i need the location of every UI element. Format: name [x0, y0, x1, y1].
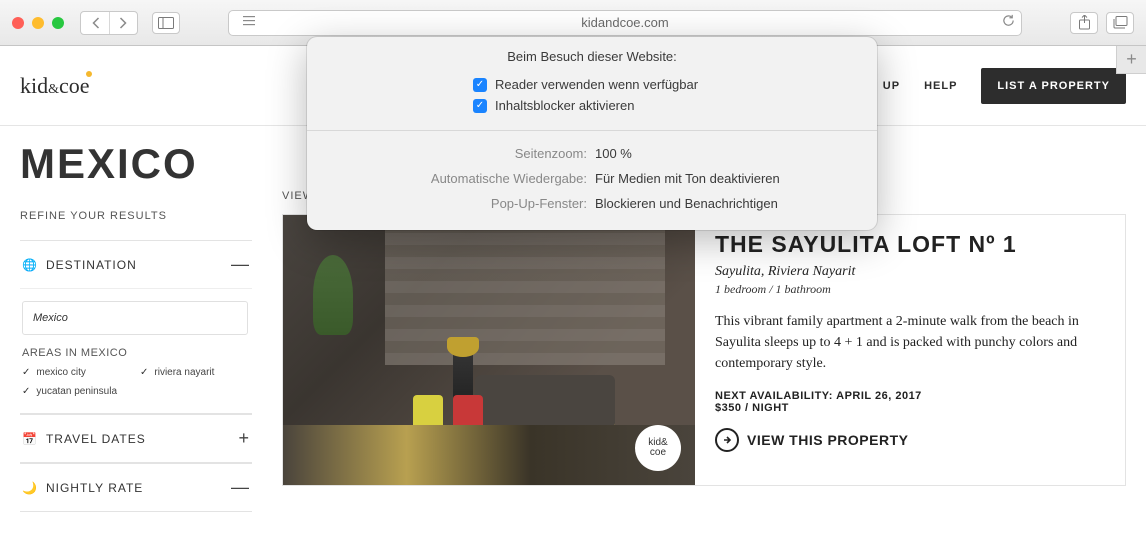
autoplay-value: Für Medien mit Ton deaktivieren — [595, 171, 780, 186]
new-tab-button[interactable]: + — [1116, 46, 1146, 74]
zoom-value: 100 % — [595, 146, 632, 161]
listing-price: $350 / NIGHT — [715, 402, 1105, 414]
listing-rooms: 1 bedroom / 1 bathroom — [715, 282, 1105, 297]
arrow-right-icon — [715, 428, 739, 452]
popup-label: Pop-Up-Fenster: — [327, 196, 595, 211]
moon-icon: 🌙 — [22, 481, 38, 495]
expand-icon: + — [238, 428, 250, 449]
help-link[interactable]: HELP — [924, 80, 957, 92]
filters-column: MEXICO REFINE YOUR RESULTS 🌐 DESTINATION … — [20, 126, 272, 512]
site-settings-icon[interactable] — [237, 15, 261, 30]
autoplay-row[interactable]: Automatische Wiedergabe: Für Medien mit … — [327, 166, 857, 191]
area-checkbox[interactable]: ✓ mexico city — [22, 367, 132, 378]
areas-label: AREAS IN MEXICO — [22, 347, 250, 359]
logo-dot-icon — [86, 71, 92, 77]
filter-travel-dates-label: TRAVEL DATES — [46, 432, 146, 446]
back-button[interactable] — [81, 12, 109, 34]
listing-description: This vibrant family apartment a 2-minute… — [715, 311, 1105, 374]
check-icon: ✓ — [22, 386, 30, 397]
zoom-row[interactable]: Seitenzoom: 100 % — [327, 141, 857, 166]
popup-row[interactable]: Pop-Up-Fenster: Blockieren und Benachric… — [327, 191, 857, 216]
zoom-label: Seitenzoom: — [327, 146, 595, 161]
listing-availability: NEXT AVAILABILITY: APRIL 26, 2017 — [715, 390, 1105, 402]
list-property-button[interactable]: LIST A PROPERTY — [981, 68, 1126, 104]
checkbox-checked-icon: ✓ — [473, 78, 487, 92]
sidebar-toggle-button[interactable] — [152, 12, 180, 34]
logo-part-1: kid — [20, 73, 48, 99]
collapse-icon: — — [231, 254, 250, 275]
toolbar-right — [1070, 12, 1134, 34]
filter-nightly-rate-label: NIGHTLY RATE — [46, 481, 143, 495]
filter-destination: 🌐 DESTINATION — AREAS IN MEXICO ✓ mexico c… — [20, 240, 252, 414]
traffic-lights — [12, 17, 64, 29]
contentblocker-label: Inhaltsblocker aktivieren — [495, 98, 634, 113]
forward-button[interactable] — [109, 12, 137, 34]
calendar-icon: 📅 — [22, 432, 38, 446]
reader-label: Reader verwenden wenn verfügbar — [495, 77, 698, 92]
filter-destination-body: AREAS IN MEXICO ✓ mexico city ✓ riviera na… — [20, 288, 252, 413]
autoplay-label: Automatische Wiedergabe: — [327, 171, 595, 186]
logo[interactable]: kid& coe — [20, 73, 90, 99]
share-button[interactable] — [1070, 12, 1098, 34]
filter-destination-head[interactable]: 🌐 DESTINATION — — [20, 241, 252, 288]
view-property-label: VIEW THIS PROPERTY — [747, 432, 908, 448]
listing-image[interactable]: kid& coe — [283, 215, 695, 485]
tabs-button[interactable] — [1106, 12, 1134, 34]
check-icon: ✓ — [22, 367, 30, 378]
url-text: kidandcoe.com — [581, 15, 668, 30]
collapse-icon: — — [231, 477, 250, 498]
popover-top: Beim Besuch dieser Website: ✓ Reader ver… — [307, 37, 877, 131]
filter-nightly-rate: 🌙 NIGHTLY RATE — — [20, 463, 252, 512]
destination-input[interactable] — [22, 301, 248, 335]
site-settings-popover: Beim Besuch dieser Website: ✓ Reader ver… — [307, 37, 877, 230]
filter-nightly-rate-head[interactable]: 🌙 NIGHTLY RATE — — [20, 464, 252, 511]
refine-label: REFINE YOUR RESULTS — [20, 210, 252, 222]
page-title: MEXICO — [20, 140, 252, 188]
listing-info: THE SAYULITA LOFT Nº 1 Sayulita, Riviera… — [695, 215, 1125, 485]
view-property-link[interactable]: VIEW THIS PROPERTY — [715, 428, 1105, 452]
checkbox-checked-icon: ✓ — [473, 99, 487, 113]
area-checkbox[interactable]: ✓ yucatan peninsula — [22, 386, 132, 397]
popover-checks: ✓ Reader verwenden wenn verfügbar ✓ Inha… — [327, 74, 857, 116]
area-checkbox[interactable]: ✓ riviera nayarit — [140, 367, 250, 378]
header-right: SIGN UP HELP LIST A PROPERTY — [848, 68, 1126, 104]
brand-badge-icon: kid& coe — [635, 425, 681, 471]
close-window-button[interactable] — [12, 17, 24, 29]
filter-destination-label: DESTINATION — [46, 258, 137, 272]
popover-title: Beim Besuch dieser Website: — [327, 49, 857, 64]
popup-value: Blockieren und Benachrichtigen — [595, 196, 778, 211]
filter-travel-dates-head[interactable]: 📅 TRAVEL DATES + — [20, 415, 252, 462]
maximize-window-button[interactable] — [52, 17, 64, 29]
listing-location: Sayulita, Riviera Nayarit — [715, 264, 1105, 280]
listing-card: kid& coe THE SAYULITA LOFT Nº 1 Sayulita… — [282, 214, 1126, 486]
filter-travel-dates: 📅 TRAVEL DATES + — [20, 414, 252, 463]
logo-amp: & — [48, 82, 59, 98]
reload-icon[interactable] — [1002, 14, 1015, 32]
reader-checkbox-row[interactable]: ✓ Reader verwenden wenn verfügbar — [473, 74, 857, 95]
area-label: mexico city — [36, 367, 85, 378]
area-label: yucatan peninsula — [36, 386, 117, 397]
globe-icon: 🌐 — [22, 258, 38, 272]
nav-buttons — [80, 11, 138, 35]
contentblocker-checkbox-row[interactable]: ✓ Inhaltsblocker aktivieren — [473, 95, 857, 116]
listing-title: THE SAYULITA LOFT Nº 1 — [715, 231, 1105, 258]
logo-part-2: coe — [59, 73, 90, 99]
areas-grid: ✓ mexico city ✓ riviera nayarit ✓ yucatan p… — [22, 367, 250, 397]
check-icon: ✓ — [140, 367, 148, 378]
minimize-window-button[interactable] — [32, 17, 44, 29]
area-label: riviera nayarit — [154, 367, 214, 378]
address-bar[interactable]: kidandcoe.com — [228, 10, 1022, 36]
popover-bottom: Seitenzoom: 100 % Automatische Wiedergab… — [307, 131, 877, 230]
